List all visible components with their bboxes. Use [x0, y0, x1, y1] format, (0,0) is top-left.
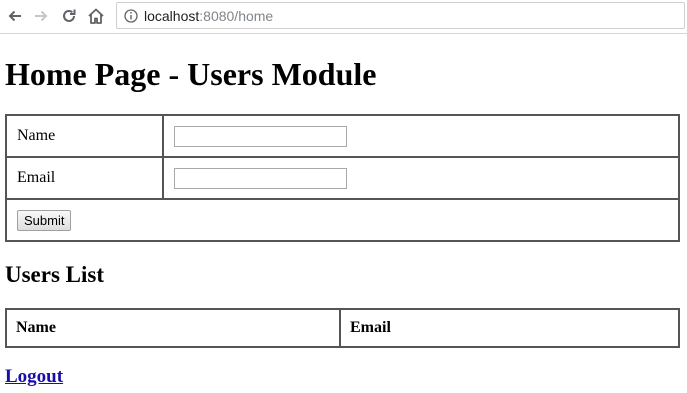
- back-arrow-icon: [8, 10, 21, 22]
- email-input-cell: [163, 157, 679, 199]
- name-row: Name: [6, 115, 679, 157]
- url-path: :8080/home: [199, 8, 274, 24]
- forward-arrow-icon: [35, 10, 48, 22]
- users-table: Name Email: [5, 308, 680, 348]
- page-title: Home Page - Users Module: [5, 56, 377, 92]
- email-row: Email: [6, 157, 679, 199]
- name-label: Name: [6, 115, 163, 157]
- url-text: localhost:8080/home: [144, 8, 273, 24]
- submit-row: Submit: [6, 199, 679, 241]
- column-header-email: Email: [340, 309, 679, 347]
- logout-link[interactable]: Logout: [5, 366, 63, 388]
- home-button[interactable]: [86, 6, 106, 26]
- reload-icon: [63, 9, 76, 22]
- users-table-header: Name Email: [6, 309, 679, 347]
- email-input[interactable]: [174, 167, 347, 189]
- info-icon[interactable]: [124, 9, 138, 23]
- submit-button[interactable]: Submit: [17, 209, 72, 231]
- column-header-name: Name: [6, 309, 340, 347]
- reload-button[interactable]: [59, 6, 79, 26]
- address-bar[interactable]: localhost:8080/home: [116, 2, 685, 29]
- submit-cell: Submit: [6, 199, 679, 241]
- forward-button[interactable]: [31, 6, 51, 26]
- email-label: Email: [6, 157, 163, 199]
- back-button[interactable]: [5, 6, 25, 26]
- name-input[interactable]: [174, 125, 347, 147]
- name-input-cell: [163, 115, 679, 157]
- home-icon: [88, 8, 104, 24]
- browser-toolbar: localhost:8080/home: [0, 0, 687, 34]
- users-list-title: Users List: [5, 262, 105, 287]
- user-form: Name Email Submit: [5, 114, 680, 242]
- url-host: localhost: [144, 8, 200, 24]
